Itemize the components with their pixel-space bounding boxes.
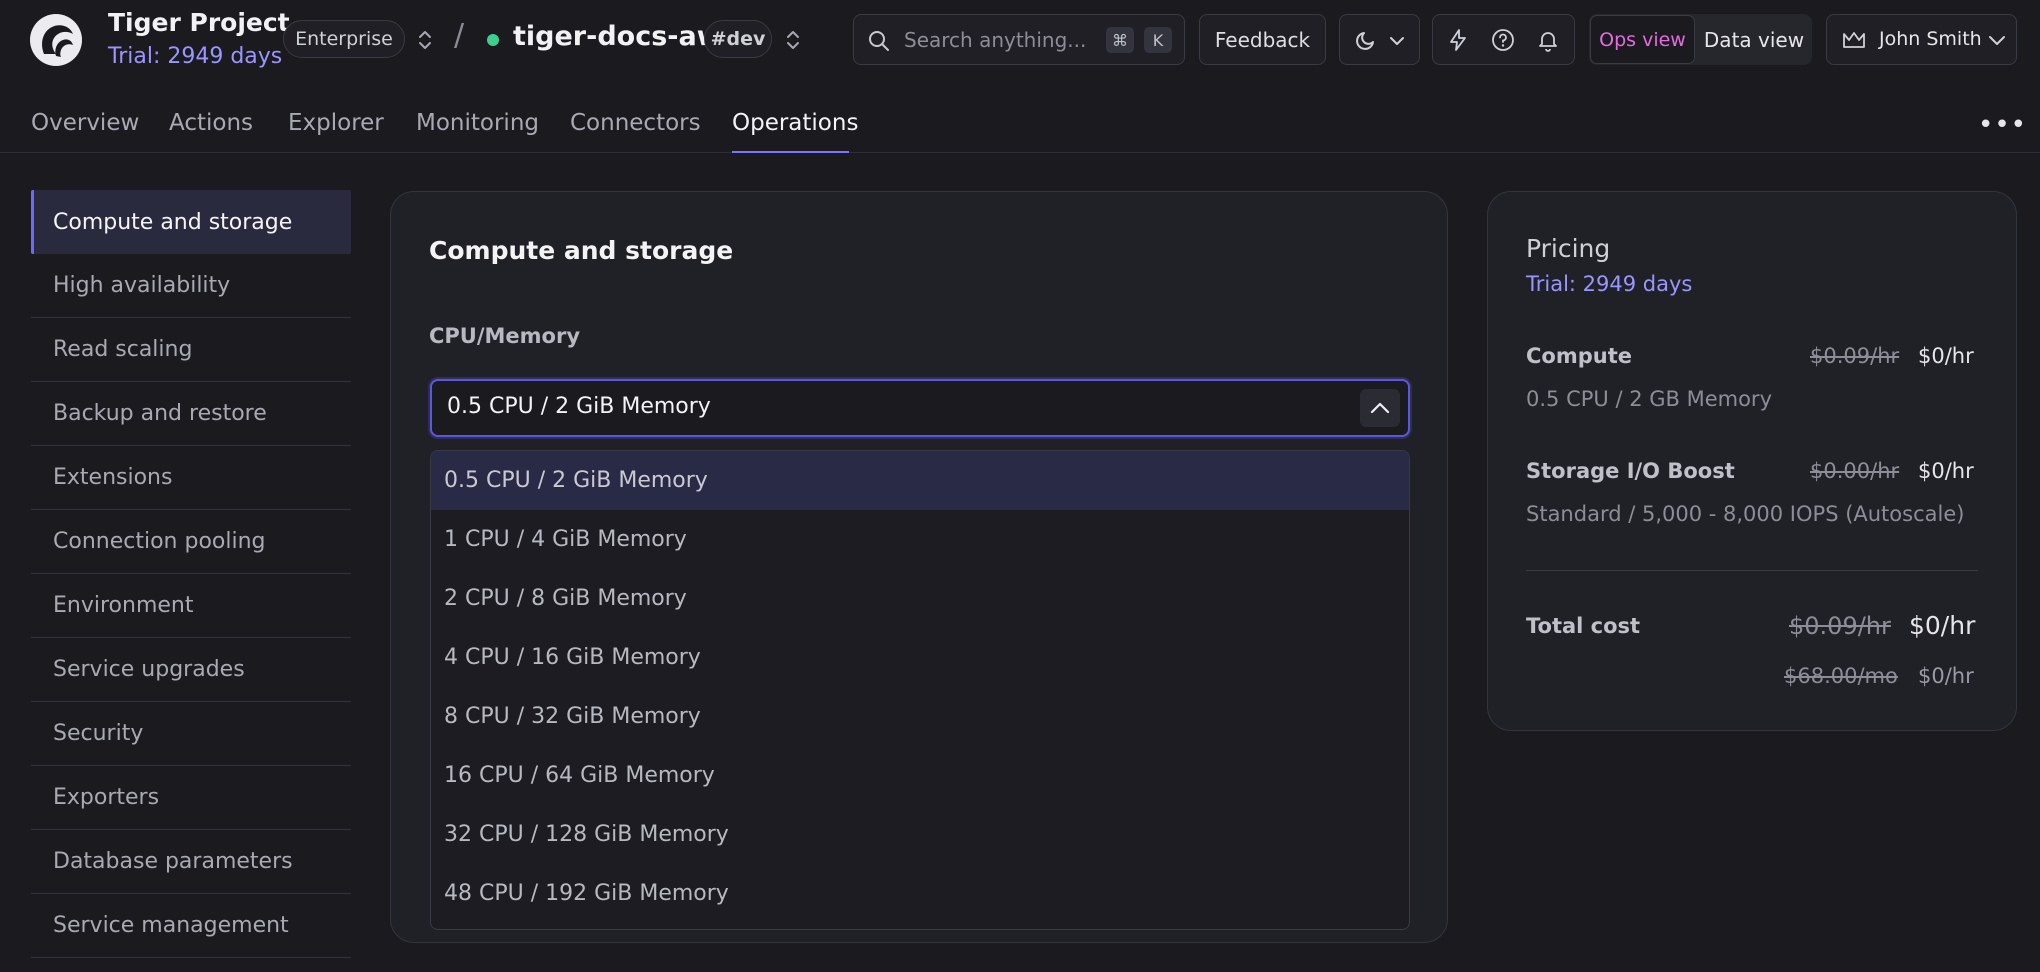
total-old-hourly: $0.09/hr (1789, 612, 1891, 640)
view-toggle: Ops view Data view (1589, 14, 1812, 65)
dropdown-option[interactable]: 8 CPU / 32 GiB Memory (431, 687, 1409, 746)
pricing-title: Pricing (1526, 234, 1611, 263)
moon-icon (1354, 28, 1378, 57)
shortcut-k-key: K (1144, 27, 1172, 53)
chevron-up-icon[interactable] (1360, 389, 1400, 427)
search-placeholder: Search anything... (904, 28, 1087, 52)
more-options-icon[interactable]: ••• (1978, 110, 2027, 140)
search-box[interactable]: Search anything... ⌘ K (853, 14, 1185, 65)
tiger-logo-icon[interactable] (30, 14, 82, 66)
dropdown-option[interactable]: 32 CPU / 128 GiB Memory (431, 805, 1409, 864)
bell-icon[interactable] (1536, 28, 1560, 57)
chevron-down-icon (1388, 31, 1406, 55)
cpu-memory-selected-value: 0.5 CPU / 2 GiB Memory (447, 394, 711, 419)
chevron-down-icon (1987, 31, 2007, 55)
total-cost-label: Total cost (1526, 614, 1641, 638)
total-new-monthly: $0/hr (1918, 664, 1974, 688)
card-title: Compute and storage (429, 236, 734, 265)
dropdown-option[interactable]: 16 CPU / 64 GiB Memory (431, 746, 1409, 805)
tab-operations[interactable]: Operations (732, 110, 858, 136)
compute-storage-card: Compute and storage CPU/Memory 0.5 CPU /… (390, 191, 1448, 943)
dropdown-option[interactable]: 48 CPU / 192 GiB Memory (431, 864, 1409, 923)
service-status-dot (487, 34, 499, 46)
ops-view-button[interactable]: Ops view (1590, 15, 1695, 64)
pricing-trial-label: Trial: 2949 days (1526, 272, 1693, 296)
user-name: John Smith (1879, 28, 1982, 50)
user-menu-button[interactable]: John Smith (1826, 14, 2017, 65)
environment-badge: #dev (704, 20, 772, 58)
sidebar-item-security[interactable]: Security (31, 702, 351, 766)
sidebar-item-backup-and-restore[interactable]: Backup and restore (31, 382, 351, 446)
compute-detail: 0.5 CPU / 2 GB Memory (1526, 387, 1772, 411)
cpu-memory-label: CPU/Memory (429, 324, 581, 348)
sidebar-item-connection-pooling[interactable]: Connection pooling (31, 510, 351, 574)
cpu-memory-select[interactable]: 0.5 CPU / 2 GiB Memory (430, 379, 1410, 437)
dropdown-option[interactable]: 0.5 CPU / 2 GiB Memory (431, 451, 1409, 510)
cpu-memory-dropdown: 0.5 CPU / 2 GiB Memory 1 CPU / 4 GiB Mem… (430, 450, 1410, 930)
compute-old-price: $0.09/hr (1810, 344, 1900, 368)
crown-icon (1841, 28, 1867, 57)
sidebar-item-read-scaling[interactable]: Read scaling (31, 318, 351, 382)
quick-actions-group (1432, 14, 1575, 65)
sidebar-item-service-management[interactable]: Service management (31, 894, 351, 958)
tab-explorer[interactable]: Explorer (288, 110, 384, 136)
shortcut-cmd-key: ⌘ (1106, 27, 1134, 53)
sidebar-item-compute-and-storage[interactable]: Compute and storage (31, 190, 351, 254)
pricing-divider (1526, 570, 1978, 571)
tab-actions[interactable]: Actions (169, 110, 253, 136)
dropdown-option[interactable]: 2 CPU / 8 GiB Memory (431, 569, 1409, 628)
sidebar-item-environment[interactable]: Environment (31, 574, 351, 638)
project-name[interactable]: Tiger Project (108, 8, 290, 37)
lightning-icon[interactable] (1446, 28, 1470, 57)
sidebar-item-database-parameters[interactable]: Database parameters (31, 830, 351, 894)
tab-overview[interactable]: Overview (31, 110, 139, 136)
active-tab-indicator (732, 151, 849, 153)
service-switcher-icon[interactable] (784, 27, 802, 53)
storage-detail: Standard / 5,000 - 8,000 IOPS (Autoscale… (1526, 502, 1965, 526)
trial-days-label: Trial: 2949 days (108, 44, 283, 69)
theme-toggle-button[interactable] (1339, 14, 1420, 65)
compute-new-price: $0/hr (1918, 344, 1974, 368)
compute-label: Compute (1526, 344, 1632, 368)
plan-badge: Enterprise (283, 20, 405, 58)
pricing-card: Pricing Trial: 2949 days Compute $0.09/h… (1487, 191, 2017, 731)
data-view-button[interactable]: Data view (1697, 15, 1811, 64)
total-old-monthly: $68.00/mo (1784, 664, 1898, 688)
project-switcher-icon[interactable] (416, 27, 434, 53)
storage-old-price: $0.00/hr (1810, 459, 1900, 483)
search-icon (868, 30, 890, 56)
feedback-button[interactable]: Feedback (1199, 14, 1326, 65)
sidebar-item-exporters[interactable]: Exporters (31, 766, 351, 830)
sidebar-item-service-upgrades[interactable]: Service upgrades (31, 638, 351, 702)
sidebar-item-high-availability[interactable]: High availability (31, 254, 351, 318)
tab-connectors[interactable]: Connectors (570, 110, 701, 136)
sidebar-item-extensions[interactable]: Extensions (31, 446, 351, 510)
dropdown-option[interactable]: 1 CPU / 4 GiB Memory (431, 510, 1409, 569)
storage-boost-label: Storage I/O Boost (1526, 459, 1735, 483)
storage-new-price: $0/hr (1918, 459, 1974, 483)
dropdown-option[interactable]: 4 CPU / 16 GiB Memory (431, 628, 1409, 687)
total-new-hourly: $0/hr (1909, 611, 1976, 640)
tab-monitoring[interactable]: Monitoring (416, 110, 539, 136)
breadcrumb-separator: / (454, 18, 465, 53)
top-bar: Tiger Project Trial: 2949 days Enterpris… (0, 0, 2040, 80)
main-tabs: Overview Actions Explorer Monitoring Con… (0, 100, 2040, 153)
help-icon[interactable] (1491, 28, 1515, 57)
